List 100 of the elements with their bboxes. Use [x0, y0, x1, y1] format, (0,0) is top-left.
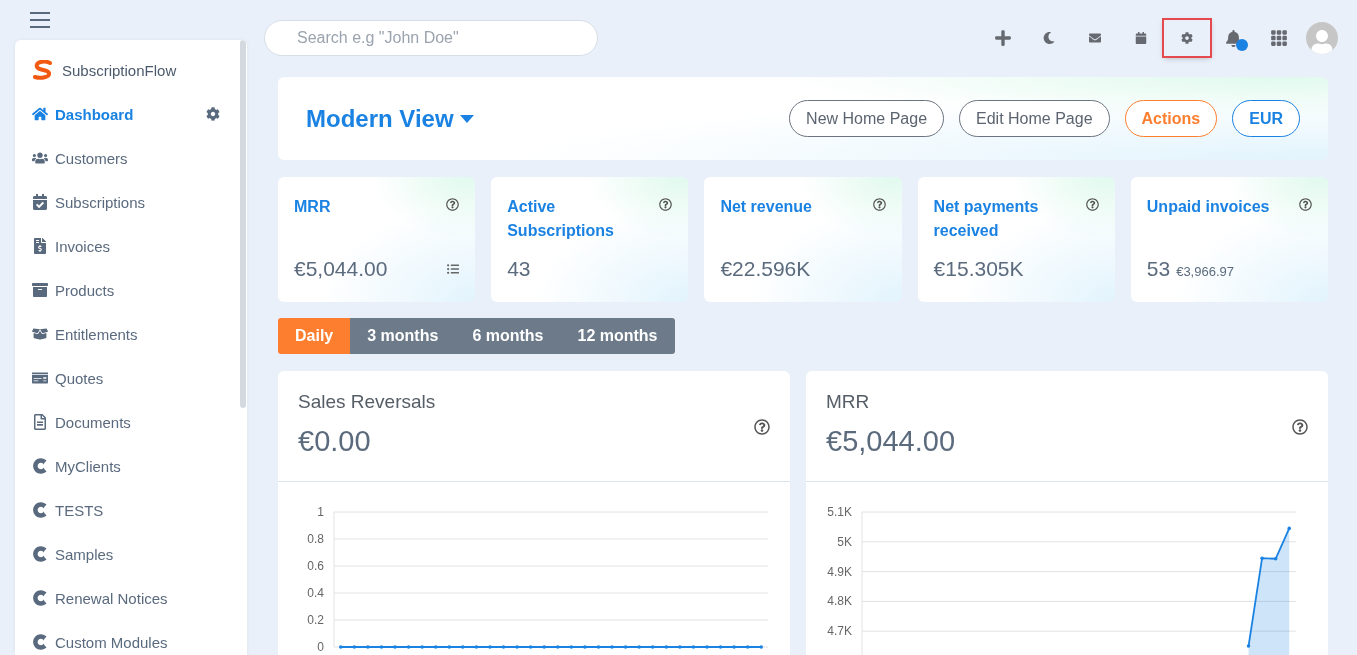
c-letter-icon: [32, 634, 48, 650]
help-icon[interactable]: [754, 419, 770, 435]
axis-tick-label: 0.4: [307, 586, 324, 600]
period-tab[interactable]: 12 months: [560, 318, 675, 354]
archive-icon: [32, 282, 48, 298]
axis-tick-label: 0.8: [307, 532, 324, 546]
axis-tick-label: 0.2: [307, 613, 324, 627]
home-icon: [32, 106, 48, 122]
data-point: [691, 645, 696, 649]
user-silhouette-icon: [1310, 30, 1334, 54]
data-point: [379, 645, 384, 649]
c-letter-icon: [32, 502, 48, 518]
c-letter-icon: [32, 590, 48, 606]
kpi-value: €15.305K: [933, 257, 1024, 280]
plus-icon: [994, 29, 1012, 47]
data-point: [637, 645, 641, 649]
data-point: [610, 645, 614, 649]
c-letter-icon: [32, 458, 48, 474]
help-icon[interactable]: [872, 198, 886, 211]
data-point: [650, 645, 655, 649]
kpi-value: €22.596K: [720, 257, 811, 280]
data-point: [461, 645, 465, 649]
data-point: [718, 645, 723, 649]
help-icon[interactable]: [1299, 198, 1312, 211]
data-point: [352, 645, 357, 649]
data-point: [488, 645, 492, 649]
kpi-title: Active Subscriptions: [507, 197, 615, 241]
data-point: [393, 645, 397, 649]
apps-grid-icon: [1270, 29, 1288, 47]
view-dropdown[interactable]: Modern View: [306, 104, 474, 133]
kpi-title: MRR: [294, 197, 331, 217]
help-icon[interactable]: [446, 198, 460, 211]
bell-icon: [1224, 29, 1242, 47]
nav-item[interactable]: MyClients: [32, 444, 220, 488]
help-icon[interactable]: [1292, 419, 1308, 435]
data-point: [420, 645, 424, 649]
nav-item[interactable]: TESTS: [32, 488, 220, 532]
axis-tick-label: 4.7K: [827, 624, 852, 639]
data-point: [339, 645, 343, 649]
help-icon[interactable]: [659, 198, 673, 211]
nav-item[interactable]: Subscriptions: [32, 180, 220, 224]
kpi-subvalue: €3,966.97: [1176, 264, 1234, 279]
data-point: [542, 645, 546, 649]
data-point: [474, 645, 479, 649]
toolbar-button[interactable]: [1164, 20, 1210, 56]
chart-title: Sales Reversals: [298, 391, 436, 413]
data-point: [433, 645, 438, 649]
nav-item[interactable]: Products: [32, 268, 220, 312]
nav-item[interactable]: Dashboard: [32, 92, 220, 136]
data-point: [759, 645, 763, 649]
settings-icon: [1181, 32, 1193, 44]
menu-button[interactable]: [30, 12, 50, 28]
nav-item[interactable]: Samples: [32, 532, 220, 576]
period-tab[interactable]: 3 months: [350, 318, 456, 354]
nav-item[interactable]: Invoices: [32, 224, 220, 268]
nav-item[interactable]: Customers: [32, 136, 220, 180]
nav-item[interactable]: Entitlements: [32, 312, 220, 356]
nav-item[interactable]: Renewal Notices: [32, 576, 220, 620]
axis-tick-label: 1: [317, 505, 324, 519]
data-point: [406, 645, 411, 649]
data-point: [528, 645, 533, 649]
data-point: [556, 645, 560, 649]
data-point: [1287, 526, 1291, 531]
data-point: [569, 645, 574, 649]
brand-name: SubscriptionFlow: [62, 61, 177, 79]
header-button[interactable]: Edit Home Page: [959, 100, 1110, 137]
kpi-value: 53: [1146, 257, 1171, 280]
chart-title: MRR: [826, 391, 871, 413]
nav-item[interactable]: Custom Modules: [32, 620, 220, 655]
data-point: [705, 645, 709, 649]
scrollbar-thumb[interactable]: [240, 40, 246, 408]
data-point: [1246, 644, 1251, 648]
axis-tick-label: 5K: [837, 534, 852, 549]
data-point: [732, 645, 736, 649]
search-field[interactable]: Search e.g "John Doe": [264, 20, 598, 56]
settings-icon[interactable]: [206, 107, 220, 121]
kpi-title: Net payments received: [933, 197, 1040, 241]
caret-icon: [459, 114, 474, 123]
data-point: [664, 645, 669, 649]
document-icon: [32, 414, 48, 430]
chart-value: €5,044.00: [826, 425, 955, 458]
data-point: [745, 645, 750, 649]
data-point: [583, 645, 587, 649]
header-button[interactable]: New Home Page: [789, 100, 945, 137]
list-icon[interactable]: [447, 263, 460, 275]
axis-tick-label: 5.1K: [827, 505, 852, 519]
kpi-title: Net revenue: [720, 197, 812, 217]
help-icon[interactable]: [1085, 198, 1099, 211]
chart-value: €0.00: [298, 425, 372, 458]
period-tab[interactable]: 6 months: [455, 318, 561, 354]
axis-tick-label: 0.6: [307, 559, 324, 573]
header-button[interactable]: EUR: [1232, 100, 1300, 137]
kpi-title: Unpaid invoices: [1146, 197, 1270, 217]
nav-item[interactable]: Documents: [32, 400, 220, 444]
data-point: [1273, 556, 1278, 561]
nav-item[interactable]: Quotes: [32, 356, 220, 400]
calendar-icon: [1135, 32, 1147, 44]
box-icon: [32, 326, 48, 342]
data-point: [515, 645, 519, 649]
kpi-value: 43: [507, 257, 531, 280]
